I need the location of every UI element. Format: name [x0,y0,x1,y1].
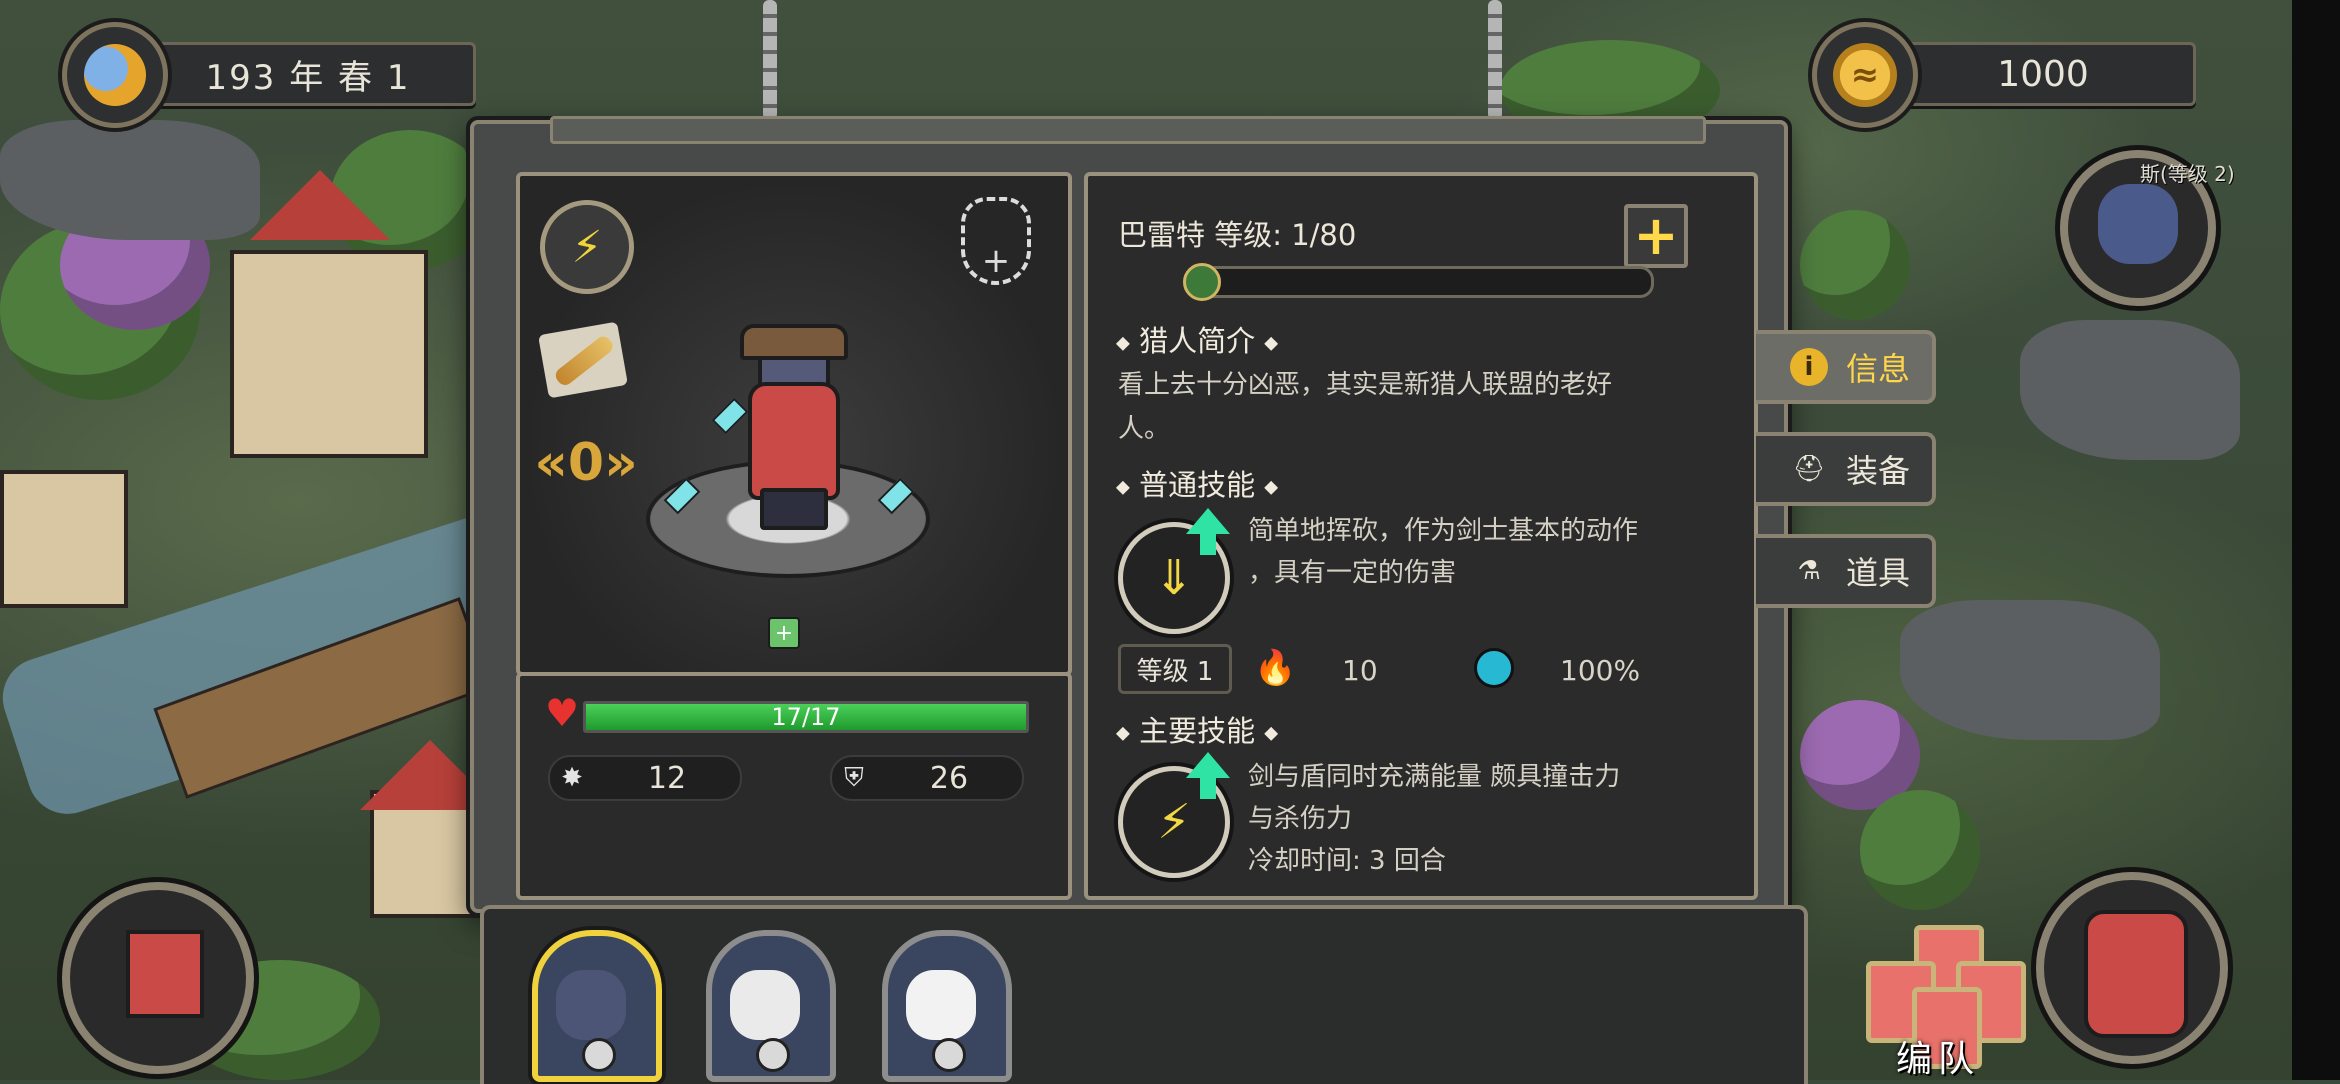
main-skill-cooldown: 冷却时间: 3 回合 [1248,846,1446,876]
info-icon: i [1790,348,1828,386]
season-sun-icon[interactable] [62,22,168,128]
normal-skill-title: 普通技能 [1139,468,1256,502]
house-roof [250,170,390,240]
class-badge-icon [756,1038,790,1072]
tab-info[interactable]: i 信息 [1756,330,1936,404]
coin-amount: 1000 [1997,53,2089,95]
date-bar: 193 年 春 1 [140,42,476,106]
hp-track: 17/17 [583,701,1029,733]
main-skill-section-title: ◆ 主要技能 ◆ [1116,714,1279,748]
roster-hero-sheep[interactable] [882,930,1012,1082]
normal-skill-section-title: ◆ 普通技能 ◆ [1116,468,1279,502]
rock [1900,600,2160,740]
intro-text-line1: 看上去十分凶恶，其实是新猎人联盟的老好 [1118,370,1613,400]
tab-info-label: 信息 [1846,350,1911,388]
main-skill-upgrade-arrow-stem [1200,777,1216,799]
hp-text: 17/17 [771,703,841,731]
normal-skill-desc-line2: ，具有一定的伤害 [1248,558,1457,588]
rock [2020,320,2240,460]
house [230,250,428,458]
rock [0,120,260,240]
intro-text-line2: 人。 [1118,414,1171,444]
attack-icon: ✸ [561,763,583,793]
skill-level-badge: 等级 1 [1118,644,1232,694]
tree [1860,790,1980,910]
attack-value: 12 [647,760,687,796]
tab-items[interactable]: ⚗ 道具 [1756,534,1936,608]
class-badge-icon [582,1038,616,1072]
attack-stat: ✸ 12 [548,755,742,801]
screen-edge [2292,0,2340,1080]
shield-icon: ⛨ [844,762,864,793]
skill-damage-value: 10 [1342,654,1378,687]
chain [1488,0,1502,120]
skill-upgrade-arrow-icon [1186,508,1230,534]
coin-bar: 1000 [1890,42,2196,106]
class-badge-icon [932,1038,966,1072]
knight-portrait-circle[interactable] [2036,872,2228,1064]
tree [1800,210,1910,320]
tab-equipment-label: 装备 [1846,452,1911,490]
chain [763,0,777,120]
defense-value: 26 [929,760,969,796]
intro-section-title: ◆ 猎人简介 ◆ [1116,324,1279,358]
tab-equipment[interactable]: ⛑ 装备 [1756,432,1936,506]
rank-number: 0 [567,433,605,493]
skill-upgrade-arrow-stem [1200,533,1216,555]
heal-plus-icon: + [768,617,800,649]
hero-level-label: 斯(等级 2) [2140,162,2235,186]
main-skill-title: 主要技能 [1139,714,1256,748]
level-up-plus-button[interactable]: + [1624,204,1688,268]
hero-roster-bar [480,905,1808,1084]
hero-character[interactable] [730,320,850,530]
fire-damage-icon: 🔥 [1254,648,1297,688]
tab-items-label: 道具 [1846,554,1911,592]
skill-badge-icon[interactable]: ⚡ [540,200,634,294]
defense-stat: ⛨ 26 [830,755,1024,801]
main-skill-desc-line2: 与杀伤力 [1248,804,1353,834]
add-pet-rabbit-icon[interactable]: + [954,196,1038,286]
normal-skill-desc-line1: 简单地挥砍，作为剑士基本的动作 [1248,516,1639,546]
town-button[interactable] [62,882,254,1074]
coin-icon: ≈ [1812,22,1918,128]
xp-bar [1183,263,1654,301]
roster-hero-eagle[interactable] [706,930,836,1082]
main-skill-upgrade-arrow-icon [1186,752,1230,778]
helmet-icon: ⛑ [1792,454,1826,484]
rank-wings-icon[interactable]: «0» [534,428,638,498]
intro-title: 猎人简介 [1139,324,1256,358]
skill-hit-rate-value: 100% [1560,654,1641,687]
main-skill-desc-line1: 剑与盾同时充满能量 颇具撞击力 [1248,762,1621,792]
hp-bar: ♥ 17/17 [545,691,1029,735]
telescope-map-icon[interactable] [538,320,628,400]
xp-marker-icon [1183,263,1221,301]
potion-icon: ⚗ [1797,556,1821,586]
hit-rate-icon [1474,648,1514,688]
team-formation-label: 编队 [1896,1039,1981,1080]
roster-hero-barrett[interactable] [532,930,662,1082]
heart-icon: ♥ [545,691,580,735]
date-text: 193 年 春 1 [205,57,411,98]
hero-name-level: 巴雷特 等级: 1/80 [1118,218,1357,252]
house [0,470,128,608]
panel-trim [550,116,1706,144]
